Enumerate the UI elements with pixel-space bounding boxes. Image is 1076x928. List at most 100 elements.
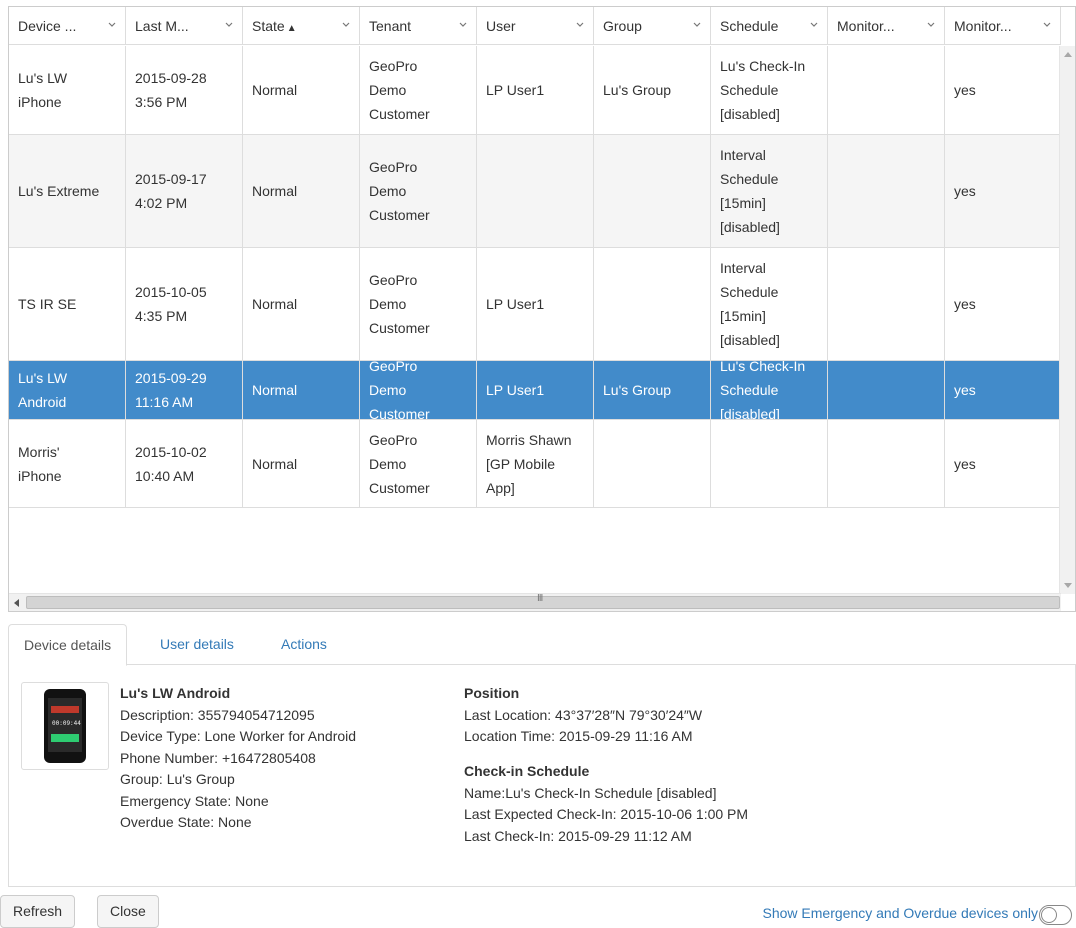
chevron-down-icon[interactable] bbox=[225, 22, 233, 29]
emergency-overdue-filter-label[interactable]: Show Emergency and Overdue devices only bbox=[763, 905, 1038, 921]
table-cell: yes bbox=[945, 46, 1061, 134]
table-cell: yes bbox=[945, 135, 1061, 247]
table-cell bbox=[828, 135, 945, 247]
table-cell: yes bbox=[945, 248, 1061, 360]
table-cell: Lu's Check-In Schedule [disabled] bbox=[711, 361, 828, 419]
cell-text: Lu's LW Android bbox=[18, 370, 68, 410]
table-row[interactable]: TS IR SE 2015-10-05 4:35 PM Normal GeoPro D… bbox=[9, 248, 1061, 361]
cell-text: Lu's Extreme bbox=[18, 183, 100, 199]
cell-text: GeoPro Demo Customer bbox=[369, 272, 430, 336]
device-name: Lu's LW Android bbox=[120, 685, 231, 701]
table-cell: Lu's LW iPhone bbox=[9, 46, 126, 134]
table-cell: yes bbox=[945, 361, 1061, 419]
table-row[interactable]: Lu's LW Android 2015-09-29 11:16 AM Normal… bbox=[9, 361, 1061, 420]
checkin-info: Check-in Schedule Name:Lu's Check-In Sch… bbox=[464, 761, 748, 847]
table-cell: 2015-09-17 4:02 PM bbox=[126, 135, 243, 247]
column-header-group[interactable]: Group bbox=[594, 7, 711, 45]
table-cell: LP User1 bbox=[477, 248, 594, 360]
table-cell bbox=[828, 248, 945, 360]
table-cell bbox=[828, 46, 945, 134]
tab-user-details[interactable]: User details bbox=[145, 624, 249, 665]
table-row[interactable]: Morris' iPhone 2015-10-02 10:40 AM Normal G… bbox=[9, 420, 1061, 508]
tab-device-details[interactable]: Device details bbox=[8, 624, 128, 666]
column-header-schedule[interactable]: Schedule bbox=[711, 7, 828, 45]
column-header-device[interactable]: Device ... bbox=[9, 7, 126, 45]
table-cell: Normal bbox=[243, 46, 360, 134]
cell-text: Interval Schedule [15min] [disabled] bbox=[720, 260, 780, 348]
horizontal-scrollbar[interactable]: III bbox=[9, 593, 1061, 611]
column-header-monitor-b[interactable]: Monitor... bbox=[945, 7, 1061, 45]
table-cell: GeoPro Demo Customer bbox=[360, 135, 477, 247]
cell-text: Lu's Group bbox=[603, 382, 672, 398]
column-header-state[interactable]: State ▲ bbox=[243, 7, 360, 45]
table-row[interactable]: Lu's Extreme 2015-09-17 4:02 PM Normal GeoP… bbox=[9, 135, 1061, 248]
column-header-tenant[interactable]: Tenant bbox=[360, 7, 477, 45]
cell-text: 2015-10-02 10:40 AM bbox=[135, 443, 207, 484]
cell-text: Morris Shawn [GP Mobile App] bbox=[486, 431, 572, 496]
device-emergency-state: Emergency State: None bbox=[120, 792, 269, 809]
table-cell: Lu's Group bbox=[594, 361, 711, 419]
scroll-up-icon[interactable] bbox=[1064, 52, 1072, 57]
table-cell: yes bbox=[945, 420, 1061, 507]
cell-text: yes bbox=[954, 455, 976, 472]
position-title: Position bbox=[464, 685, 520, 701]
chevron-down-icon[interactable] bbox=[576, 22, 584, 29]
cell-text: Lu's Group bbox=[603, 82, 672, 98]
table-cell: Lu's Group bbox=[594, 46, 711, 134]
column-header-user[interactable]: User bbox=[477, 7, 594, 45]
table-cell: Normal bbox=[243, 135, 360, 247]
cell-text: Normal bbox=[252, 296, 298, 312]
column-header-label: Group bbox=[603, 18, 642, 34]
chevron-down-icon[interactable] bbox=[1043, 22, 1051, 29]
vertical-scrollbar[interactable] bbox=[1059, 46, 1075, 594]
cell-text: LP User1 bbox=[486, 382, 545, 398]
cell-text: Morris' iPhone bbox=[18, 443, 62, 484]
device-overdue-state: Overdue State: None bbox=[120, 814, 252, 830]
grid-header: Device ... Last M... State ▲ Tenant User Group… bbox=[9, 7, 1061, 45]
scroll-left-icon[interactable] bbox=[14, 599, 19, 607]
scroll-thumb[interactable]: III bbox=[26, 593, 1060, 609]
device-details-panel: 00:09:44 Lu's LW Android Description: 35… bbox=[8, 665, 1076, 887]
close-button[interactable]: Close bbox=[97, 895, 159, 928]
tab-actions[interactable]: Actions bbox=[266, 624, 342, 665]
chevron-down-icon[interactable] bbox=[459, 22, 467, 29]
table-cell: Morris' iPhone bbox=[9, 420, 126, 507]
scroll-grip: III bbox=[537, 593, 543, 604]
chevron-down-icon[interactable] bbox=[810, 22, 818, 29]
device-description: Description: 355794054712095 bbox=[120, 706, 315, 723]
cell-text: Lu's LW iPhone bbox=[18, 70, 68, 110]
table-cell: Interval Schedule [15min] [disabled] bbox=[711, 248, 828, 360]
cell-text: GeoPro Demo Customer bbox=[369, 431, 430, 496]
refresh-button[interactable]: Refresh bbox=[0, 895, 76, 928]
table-cell: TS IR SE bbox=[9, 248, 126, 360]
column-header-label: Schedule bbox=[720, 18, 779, 34]
emergency-overdue-toggle[interactable] bbox=[1039, 905, 1072, 925]
device-grid: Device ... Last M... State ▲ Tenant User Group… bbox=[8, 6, 1076, 612]
cell-text: yes bbox=[954, 82, 976, 98]
column-header-label: Device ... bbox=[18, 18, 77, 34]
cell-text: Lu's Check-In Schedule [disabled] bbox=[720, 58, 806, 122]
grid-body: Lu's LW iPhone 2015-09-28 3:56 PM Normal Ge… bbox=[9, 46, 1061, 508]
chevron-down-icon[interactable] bbox=[693, 22, 701, 29]
last-checkin: Last Check-In: 2015-09-29 11:12 AM bbox=[464, 827, 692, 844]
table-cell: Morris Shawn [GP Mobile App] bbox=[477, 420, 594, 507]
table-cell bbox=[477, 135, 594, 247]
table-cell bbox=[594, 248, 711, 360]
cell-text: 2015-09-29 11:16 AM bbox=[135, 370, 207, 410]
chevron-down-icon[interactable] bbox=[108, 22, 116, 29]
table-cell bbox=[594, 135, 711, 247]
scroll-down-icon[interactable] bbox=[1064, 583, 1072, 588]
cell-text: yes bbox=[954, 296, 976, 312]
chevron-down-icon[interactable] bbox=[927, 22, 935, 29]
table-cell bbox=[828, 361, 945, 419]
column-header-last-modified[interactable]: Last M... bbox=[126, 7, 243, 45]
sort-asc-icon: ▲ bbox=[286, 23, 297, 34]
table-cell: 2015-10-02 10:40 AM bbox=[126, 420, 243, 507]
column-header-label: State bbox=[252, 18, 285, 34]
column-header-monitor-a[interactable]: Monitor... bbox=[828, 7, 945, 45]
table-row[interactable]: Lu's LW iPhone 2015-09-28 3:56 PM Normal Ge… bbox=[9, 46, 1061, 135]
table-cell bbox=[828, 420, 945, 507]
cell-text: Normal bbox=[252, 455, 298, 472]
chevron-down-icon[interactable] bbox=[342, 22, 350, 29]
device-group: Group: Lu's Group bbox=[120, 771, 235, 787]
